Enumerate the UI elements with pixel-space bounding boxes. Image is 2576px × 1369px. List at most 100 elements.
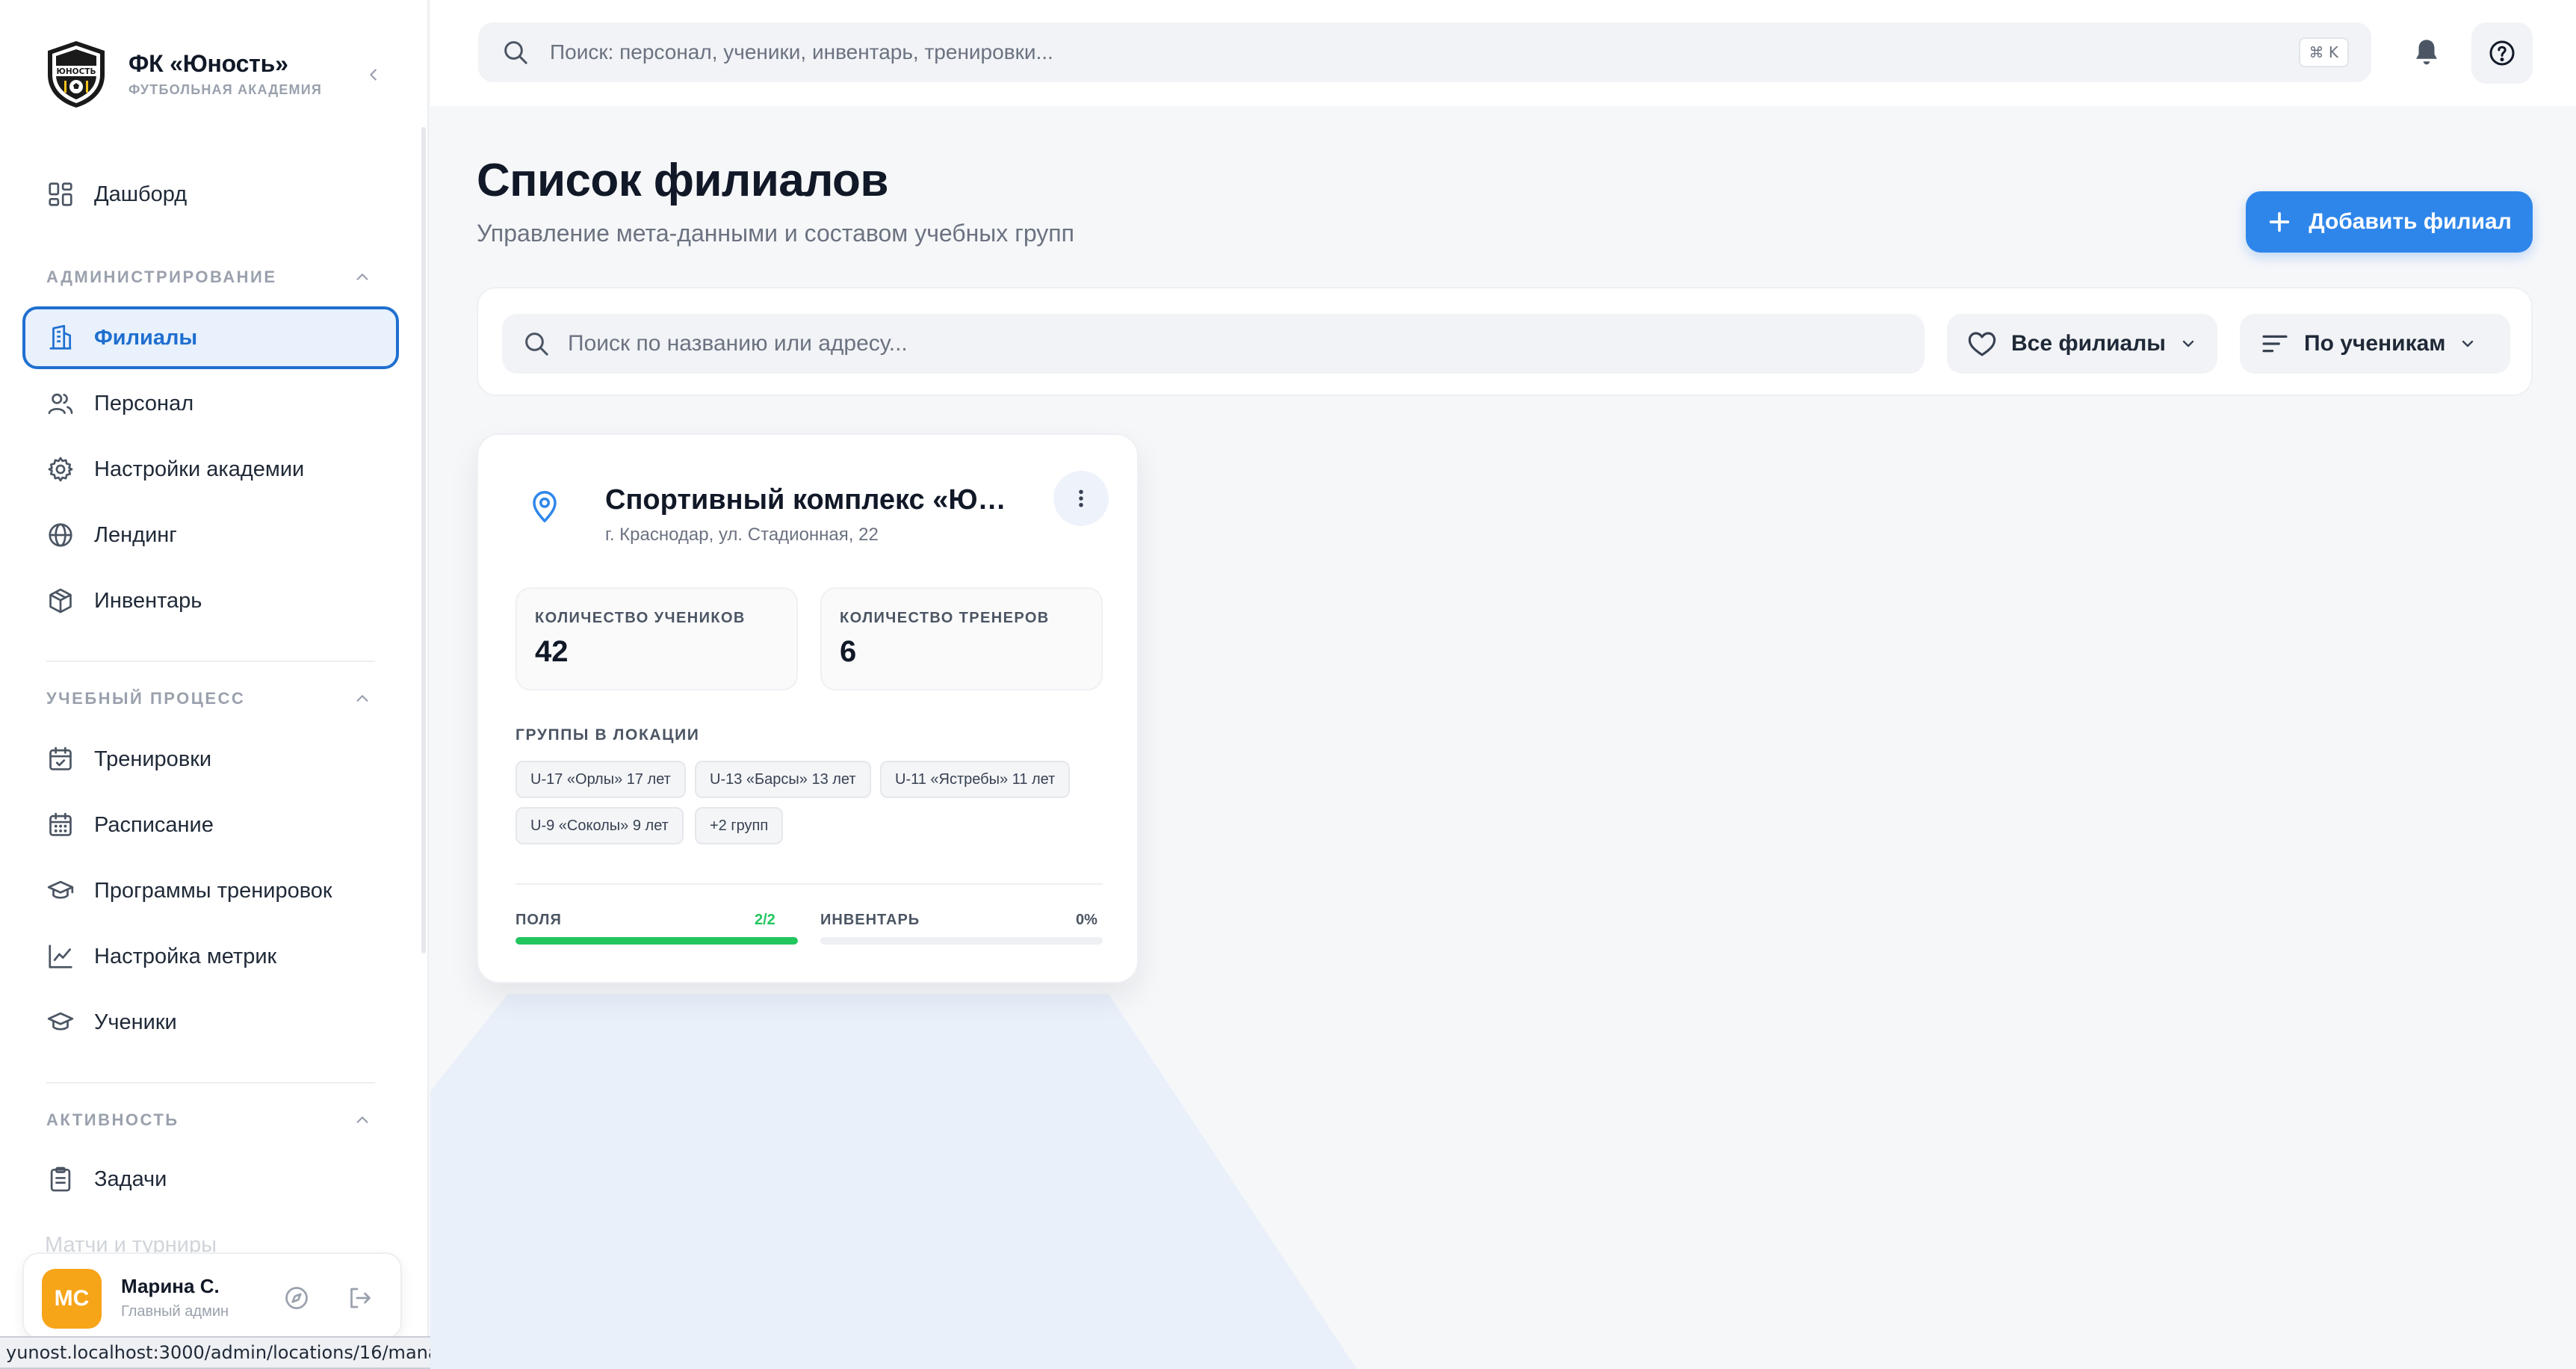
students-stat-label: КОЛИЧЕСТВО УЧЕНИКОВ xyxy=(535,610,746,626)
logout-button[interactable] xyxy=(344,1282,375,1314)
global-search-input[interactable] xyxy=(550,22,2238,82)
sidebar-item-label: Расписание xyxy=(94,812,214,837)
calendar-check-icon xyxy=(45,744,76,775)
sidebar-item-label: Настройка метрик xyxy=(94,944,277,968)
map-pin-icon xyxy=(529,489,560,528)
compass-icon xyxy=(285,1287,308,1309)
more-vertical-icon xyxy=(1079,489,1083,507)
sidebar: ЮНОСТЬ ФК «Юность» ФУТБОЛЬНАЯ АКАДЕМИЯ Д… xyxy=(0,0,429,1369)
search-icon xyxy=(521,329,551,362)
coaches-stat: КОЛИЧЕСТВО ТРЕНЕРОВ 6 xyxy=(820,587,1103,690)
sidebar-scrollbar[interactable] xyxy=(421,127,426,954)
location-menu-button[interactable] xyxy=(1053,471,1109,526)
sidebar-collapse-button[interactable] xyxy=(362,63,386,87)
bell-icon xyxy=(2416,40,2437,65)
chevron-up-icon xyxy=(356,274,368,280)
add-location-button[interactable]: Добавить филиал xyxy=(2246,191,2533,253)
users-icon xyxy=(45,388,76,419)
box-icon xyxy=(45,585,76,616)
brand-subtitle: ФУТБОЛЬНАЯ АКАДЕМИЯ xyxy=(129,82,323,97)
fields-progress-bar xyxy=(515,937,798,945)
fields-progress-fill xyxy=(515,937,798,945)
coaches-stat-value: 6 xyxy=(840,635,857,668)
group-chip[interactable]: U-9 «Соколы» 9 лет xyxy=(515,807,684,844)
sidebar-item-label: Программы тренировок xyxy=(94,878,332,903)
group-chip[interactable]: U-11 «Ястребы» 11 лет xyxy=(880,761,1071,798)
inventory-progress-bar xyxy=(820,937,1103,945)
brand-name: ФК «Юность» xyxy=(129,50,288,77)
sidebar-item-inventory[interactable]: Инвентарь xyxy=(22,569,399,632)
sidebar-item-metrics-settings[interactable]: Настройка метрик xyxy=(22,925,399,988)
compass-button[interactable] xyxy=(281,1282,312,1314)
sidebar-item-label: Филиалы xyxy=(94,325,198,350)
plus-icon xyxy=(2267,209,2292,235)
group-chip[interactable]: U-17 «Орлы» 17 лет xyxy=(515,761,686,798)
building-icon xyxy=(45,322,76,353)
section-label-activity: АКТИВНОСТЬ xyxy=(46,1110,179,1129)
sidebar-item-schedule[interactable]: Расписание xyxy=(22,794,399,856)
location-search[interactable] xyxy=(502,314,1925,374)
coaches-stat-label: КОЛИЧЕСТВО ТРЕНЕРОВ xyxy=(840,610,1050,626)
section-divider xyxy=(46,1082,375,1084)
sidebar-item-label: Лендинг xyxy=(94,522,177,547)
sidebar-item-tasks[interactable]: Задачи xyxy=(22,1148,399,1211)
chevron-down-icon xyxy=(2459,335,2477,353)
section-toggle-study[interactable] xyxy=(351,687,374,710)
sort-dropdown[interactable]: По ученикам xyxy=(2240,314,2510,374)
sidebar-item-trainings[interactable]: Тренировки xyxy=(22,728,399,791)
fields-meter-label: ПОЛЯ xyxy=(515,912,562,928)
sort-value: По ученикам xyxy=(2304,331,2446,356)
location-title: Спортивный комплекс «Юность» xyxy=(605,484,1009,516)
sort-lines-icon xyxy=(2259,328,2291,359)
location-search-input[interactable] xyxy=(568,314,1898,374)
avatar: МС xyxy=(42,1269,102,1329)
filter-panel: Все филиалы По ученикам xyxy=(477,287,2533,396)
club-logo: ЮНОСТЬ xyxy=(43,39,109,109)
help-button[interactable] xyxy=(2471,22,2533,84)
calendar-icon xyxy=(45,809,76,841)
section-toggle-admin[interactable] xyxy=(351,266,374,288)
more-groups-chip[interactable]: +2 групп xyxy=(695,807,784,844)
search-icon xyxy=(501,37,530,71)
user-role: Главный админ xyxy=(121,1303,229,1320)
location-address: г. Краснодар, ул. Стадионная, 22 xyxy=(605,525,879,545)
sidebar-item-locations[interactable]: Филиалы xyxy=(22,306,399,369)
user-card[interactable]: МС Марина С. Главный админ xyxy=(22,1252,402,1339)
sidebar-item-label: Настройки академии xyxy=(94,457,305,481)
section-toggle-activity[interactable] xyxy=(351,1109,374,1131)
page-title: Список филиалов xyxy=(477,155,888,206)
sidebar-item-label: Дашборд xyxy=(94,182,188,206)
sidebar-item-label: Инвентарь xyxy=(94,588,202,613)
section-divider xyxy=(46,661,375,662)
sidebar-item-staff[interactable]: Персонал xyxy=(22,372,399,435)
gear-icon xyxy=(45,454,76,485)
global-search[interactable]: ⌘ K xyxy=(478,22,2371,82)
heart-icon xyxy=(1966,328,1998,359)
inventory-meter-value: 0% xyxy=(1076,912,1097,928)
sidebar-item-landing[interactable]: Лендинг xyxy=(22,504,399,566)
sidebar-item-dashboard[interactable]: Дашборд xyxy=(22,163,399,226)
location-card[interactable]: Спортивный комплекс «Юность» г. Краснода… xyxy=(477,433,1139,983)
graduation-cap-icon xyxy=(45,1007,76,1038)
chevron-up-icon xyxy=(356,695,368,702)
status-bar-url: yunost.localhost:3000/admin/locations/16… xyxy=(0,1336,469,1369)
sidebar-item-training-programs[interactable]: Программы тренировок xyxy=(22,859,399,922)
groups-label: ГРУППЫ В ЛОКАЦИИ xyxy=(515,726,700,744)
sidebar-item-students[interactable]: Ученики xyxy=(22,991,399,1054)
search-shortcut-badge: ⌘ K xyxy=(2298,37,2349,67)
chevron-left-icon xyxy=(370,69,377,81)
chart-line-icon xyxy=(45,941,76,972)
brand[interactable]: ЮНОСТЬ ФК «Юность» ФУТБОЛЬНАЯ АКАДЕМИЯ xyxy=(43,39,322,109)
globe-icon xyxy=(45,519,76,551)
topbar: ⌘ K xyxy=(430,0,2576,106)
user-name: Марина С. xyxy=(121,1275,220,1297)
sidebar-item-label: Задачи xyxy=(94,1166,167,1191)
group-chip[interactable]: U-13 «Барсы» 13 лет xyxy=(695,761,871,798)
branch-filter-value: Все филиалы xyxy=(2011,331,2166,356)
branch-filter-dropdown[interactable]: Все филиалы xyxy=(1947,314,2217,374)
sidebar-item-academy-settings[interactable]: Настройки академии xyxy=(22,438,399,501)
fields-meter-value: 2/2 xyxy=(755,912,775,928)
notifications-button[interactable] xyxy=(2403,28,2450,76)
card-divider xyxy=(515,883,1103,885)
students-stat-value: 42 xyxy=(535,635,569,668)
